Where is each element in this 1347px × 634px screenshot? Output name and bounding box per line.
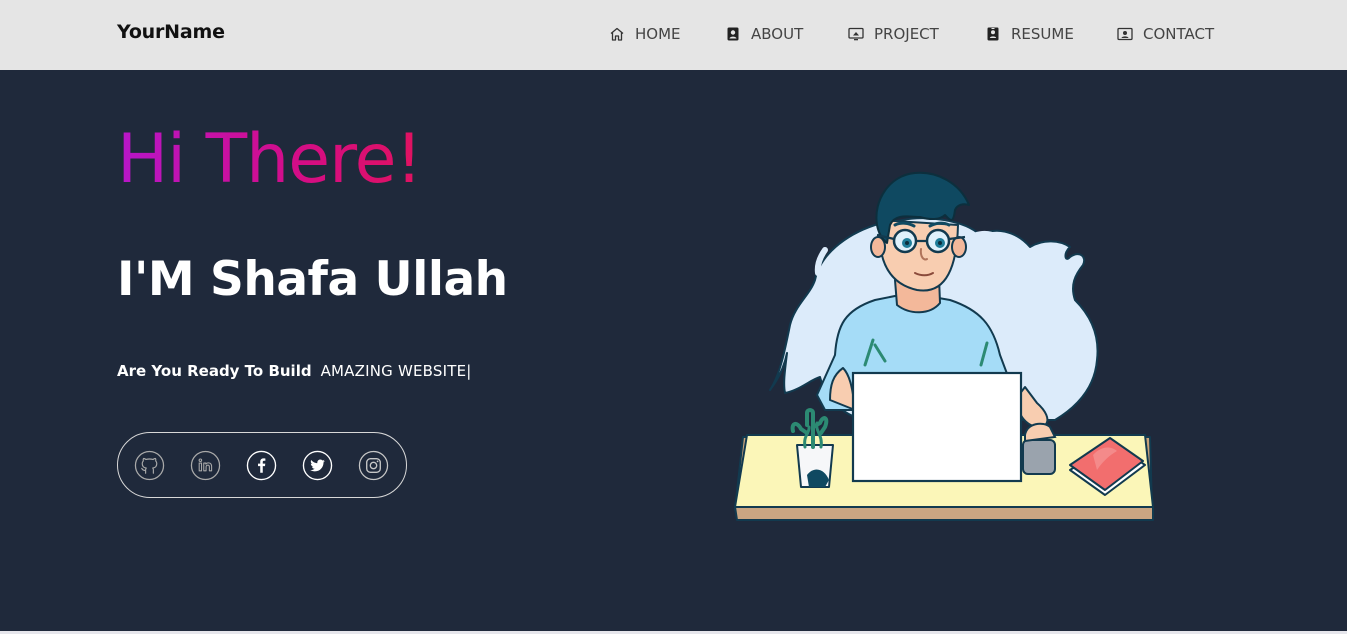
nav-item-contact-label: CONTACT (1143, 25, 1215, 43)
user-badge-icon (725, 26, 741, 42)
document-person-icon (985, 26, 1001, 42)
nav-item-resume[interactable]: RESUME (985, 24, 1074, 44)
instagram-icon[interactable] (358, 450, 389, 481)
hero-tagline: Are You Ready To Build AMAZING WEBSITE| (117, 362, 472, 380)
tagline-lead: Are You Ready To Build (117, 362, 312, 380)
hero-name: I'M Shafa Ullah (117, 252, 508, 307)
hero-greeting: Hi There! (117, 120, 423, 199)
nav-item-contact[interactable]: CONTACT (1117, 24, 1214, 44)
twitter-icon[interactable] (302, 450, 333, 481)
home-icon (609, 26, 625, 42)
brand-logo[interactable]: YourName (117, 21, 225, 43)
nav-item-about[interactable]: ABOUT (725, 24, 803, 44)
monitor-icon (848, 26, 864, 42)
nav-item-resume-label: RESUME (1011, 25, 1074, 43)
nav-item-home[interactable]: HOME (609, 24, 681, 44)
tagline-typed-text: AMAZING WEBSITE| (320, 362, 472, 380)
developer-illustration (725, 165, 1165, 535)
facebook-icon[interactable] (246, 450, 277, 481)
nav-item-about-label: ABOUT (751, 25, 804, 43)
nav-item-project[interactable]: PROJECT (848, 24, 939, 44)
navbar: YourName HOME ABOUT PROJECT RESUME CONTA… (0, 0, 1347, 70)
github-icon[interactable] (134, 450, 165, 481)
contact-card-icon (1117, 26, 1133, 42)
social-links-bar (117, 432, 407, 498)
nav-item-home-label: HOME (635, 25, 681, 43)
nav-item-project-label: PROJECT (874, 25, 939, 43)
linkedin-icon[interactable] (190, 450, 221, 481)
